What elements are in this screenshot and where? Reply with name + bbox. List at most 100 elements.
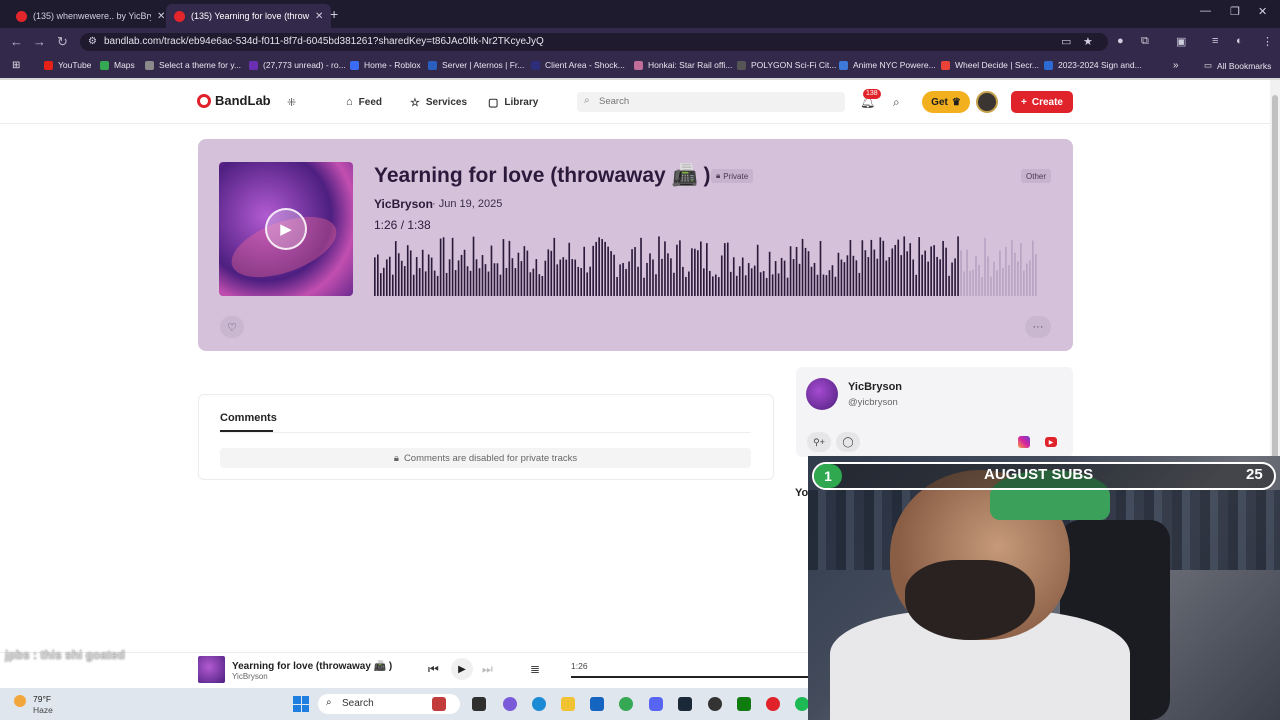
chrome-icon[interactable] [619,697,633,711]
tab-underline [220,430,273,432]
waveform-bar [720,255,723,296]
waveform-bar [424,271,427,296]
messages-search-icon[interactable]: ⌕ [893,95,900,110]
user-avatar[interactable] [976,91,998,113]
message-button[interactable]: ◯ [836,432,860,452]
copilot-icon[interactable] [503,697,517,711]
bookmark-item[interactable]: Client Area - Shock... [531,60,625,70]
waveform-bar [652,259,654,296]
app-icon[interactable] [708,697,722,711]
bookmark-item[interactable]: Maps [100,60,135,70]
track-artist-link[interactable]: YicBryson [374,197,433,211]
like-button[interactable]: ♡ [220,316,244,338]
tab-comments[interactable]: Comments [220,412,277,424]
all-bookmarks[interactable]: ▭ All Bookmarks [1204,60,1271,71]
waveform-seekbar[interactable] [374,236,1038,296]
steam-icon[interactable] [678,697,692,711]
waveform-bar [735,275,738,296]
bandlab-logo[interactable]: BandLab [197,93,271,108]
avatar[interactable] [806,378,838,410]
nav-services[interactable]: ☆ Services [410,96,467,109]
install-app-icon[interactable]: ▭ [1061,35,1071,48]
media-icon[interactable]: ≡ [1212,35,1218,47]
more-options-button[interactable]: ··· [1025,316,1051,338]
player-play-button[interactable]: ▶ [451,658,473,680]
store-icon[interactable] [590,697,604,711]
minimize-icon[interactable]: — [1200,5,1211,17]
search-input[interactable] [599,96,829,107]
genre-badge[interactable]: Other [1021,169,1052,183]
bookmark-item[interactable]: (27,773 unread) - ro... [249,60,346,70]
bookmark-item[interactable]: Wheel Decide | Secr... [941,60,1039,70]
get-membership-button[interactable]: Get ♛ [922,91,970,113]
xbox-icon[interactable] [737,697,751,711]
edge-icon[interactable] [532,697,546,711]
reload-icon[interactable]: ↻ [57,34,68,50]
waveform-bar [553,237,556,296]
waveform-bar [768,251,771,296]
bookmark-item[interactable]: Honkai: Star Rail offi... [634,60,732,70]
nav-feed[interactable]: ⌂ Feed [346,96,382,108]
url-text[interactable]: bandlab.com/track/eb94e6ac-534d-f011-8f7… [104,36,544,47]
bookmark-item[interactable]: Home - Roblox [350,60,421,70]
bookmark-item[interactable]: Anime NYC Powere... [839,60,936,70]
new-tab-icon[interactable]: + [330,6,338,22]
waveform-bar [1008,265,1010,296]
maximize-icon[interactable]: ❐ [1230,5,1240,18]
spotify-icon[interactable] [795,697,809,711]
waveform-bar [649,253,651,296]
back-icon[interactable]: ← [10,34,23,49]
waveform-bar [834,276,837,296]
create-button[interactable]: + Create [1011,91,1073,113]
close-icon[interactable]: ✕ [315,11,323,22]
previous-track-icon[interactable]: ⏮ [428,662,439,677]
browser-tab[interactable]: (135) whenwewere.. by YicBryso ✕ [8,4,173,28]
opera-icon[interactable] [766,697,780,711]
follow-button[interactable]: ⚲+ [807,432,831,452]
browser-tab-active[interactable]: (135) Yearning for love (throwa ✕ [166,4,332,28]
extension-badge-icon[interactable]: ● [1117,35,1124,47]
weather-icon[interactable] [14,695,26,707]
player-track-title[interactable]: Yearning for love (throwaway 📠 ) [232,661,392,672]
player-artist[interactable]: YicBryson [232,672,268,681]
window-close-icon[interactable]: ✕ [1258,5,1267,18]
apps-grid-icon[interactable]: ⊞ [12,60,20,71]
bookmark-item[interactable]: Select a theme for y... [145,60,241,70]
bookmark-item[interactable]: 2023-2024 Sign and... [1044,60,1142,70]
forward-icon[interactable]: → [33,34,46,49]
bookmark-star-icon[interactable]: ★ [1083,35,1093,48]
bookmark-item[interactable]: YouTube [44,60,91,70]
queue-icon[interactable]: ≣ [530,662,540,676]
windows-start-icon[interactable] [293,696,309,712]
discord-icon[interactable] [649,697,663,711]
subs-label: AUGUST SUBS [984,466,1094,483]
menu-icon[interactable]: ⋮ [1262,35,1273,48]
waveform-bar [861,240,864,296]
extensions-icon[interactable]: ⧉ [1141,35,1149,48]
subs-count: 1 [814,464,842,488]
nav-library[interactable]: ▢ Library [488,96,538,109]
apps-icon[interactable]: ⁜ [287,96,296,109]
youtube-icon[interactable]: ▶ [1045,437,1057,447]
waveform-bar [385,259,388,296]
close-icon[interactable]: ✕ [157,11,165,22]
waveform-bar [873,249,876,296]
waveform-bar [978,264,980,296]
file-explorer-icon[interactable] [561,697,575,711]
taskbar-widget-icon[interactable] [432,697,446,711]
instagram-icon[interactable] [1018,436,1030,448]
profile-icon[interactable]: ◐ [1236,35,1243,47]
waveform-bar [846,255,849,296]
waveform-bar [951,262,953,296]
profile-name[interactable]: YicBryson [848,381,902,393]
site-info-icon[interactable]: ⚙ [88,36,97,47]
waveform-bar [604,241,606,296]
more-bookmarks-icon[interactable]: » [1173,60,1179,71]
play-button[interactable]: ▶ [265,208,307,250]
player-cover-art[interactable] [198,656,225,683]
sidepanel-icon[interactable]: ▣ [1176,35,1186,48]
next-track-icon[interactable]: ⏭ [482,662,493,677]
bookmark-item[interactable]: POLYGON Sci-Fi Cit... [737,60,836,70]
bookmark-item[interactable]: Server | Aternos | Fr... [428,60,524,70]
task-view-icon[interactable] [472,697,486,711]
